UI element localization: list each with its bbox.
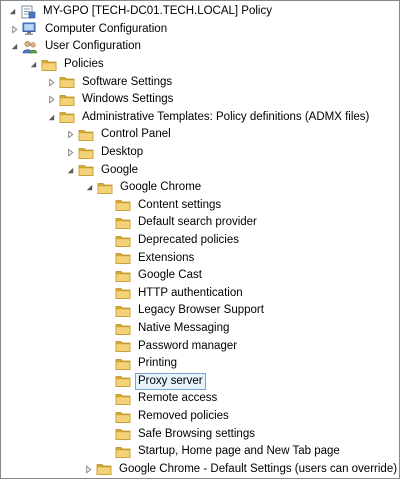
folder-icon xyxy=(96,462,112,476)
tree-node-printing[interactable]: Printing xyxy=(102,355,399,373)
tree-node-label: Software Settings xyxy=(82,75,173,88)
folder-icon xyxy=(115,198,131,212)
policy-document-icon xyxy=(20,5,36,19)
folder-icon xyxy=(115,322,131,336)
folder-icon xyxy=(97,181,113,195)
tree-node-label: Policies xyxy=(64,58,104,71)
tree-node-deprecated-policies[interactable]: Deprecated policies xyxy=(102,232,399,250)
tree-node-label-selected: Proxy server xyxy=(135,372,206,390)
tree-node-policies[interactable]: Policies xyxy=(28,56,399,74)
tree-node-label: Google Cast xyxy=(138,269,202,282)
tree-node-label: Extensions xyxy=(138,251,195,264)
tree-node-password-manager[interactable]: Password manager xyxy=(102,337,399,355)
folder-icon xyxy=(41,58,57,72)
tree-node-computer-configuration[interactable]: Computer Configuration xyxy=(9,21,399,39)
collapsed-arrow-icon[interactable] xyxy=(84,463,93,475)
folder-icon xyxy=(59,110,75,124)
tree-node-content-settings[interactable]: Content settings xyxy=(102,197,399,215)
folder-icon xyxy=(78,163,94,177)
expanded-arrow-icon[interactable] xyxy=(84,182,94,194)
tree-node-google-chrome-default-settings[interactable]: Google Chrome - Default Settings (users … xyxy=(84,461,399,479)
expanded-arrow-icon[interactable] xyxy=(7,6,17,18)
folder-icon xyxy=(59,75,75,89)
tree-node-label: Google Chrome - Default Settings (users … xyxy=(119,462,398,475)
tree-node-google-chrome[interactable]: Google Chrome xyxy=(84,179,399,197)
tree-node-label: Removed policies xyxy=(138,410,229,423)
collapsed-arrow-icon[interactable] xyxy=(65,147,75,159)
expanded-arrow-icon[interactable] xyxy=(28,59,38,71)
tree-node-label: User Configuration xyxy=(45,40,141,53)
tree-node-label: Google Chrome xyxy=(120,181,202,194)
tree-node-label: Printing xyxy=(138,357,177,370)
tree-node-http-authentication[interactable]: HTTP authentication xyxy=(102,285,399,303)
tree-node-safe-browsing-settings[interactable]: Safe Browsing settings xyxy=(102,425,399,443)
folder-icon xyxy=(115,427,131,441)
tree-node-extensions[interactable]: Extensions xyxy=(102,249,399,267)
tree-node-administrative-templates[interactable]: Administrative Templates: Policy definit… xyxy=(46,109,399,127)
folder-icon xyxy=(78,146,94,160)
folder-icon xyxy=(115,339,131,353)
folder-icon xyxy=(115,234,131,248)
folder-icon xyxy=(59,93,75,107)
folder-icon xyxy=(115,410,131,424)
tree-node-label: Administrative Templates: Policy definit… xyxy=(82,110,370,123)
expanded-arrow-icon[interactable] xyxy=(9,41,19,53)
folder-icon xyxy=(78,128,94,142)
tree-node-proxy-server[interactable]: Proxy server xyxy=(102,372,399,391)
tree-node-label: Content settings xyxy=(138,198,222,211)
tree-node-label: MY-GPO [TECH-DC01.TECH.LOCAL] Policy xyxy=(43,5,272,18)
tree-node-remote-access[interactable]: Remote access xyxy=(102,390,399,408)
tree-node-label: Computer Configuration xyxy=(45,22,168,35)
tree-node-label: Default search provider xyxy=(138,216,257,229)
tree-node-control-panel[interactable]: Control Panel xyxy=(65,126,399,144)
tree-node-default-search-provider[interactable]: Default search provider xyxy=(102,214,399,232)
tree-node-label: Remote access xyxy=(138,392,218,405)
expanded-arrow-icon[interactable] xyxy=(46,111,56,123)
gpo-tree-view[interactable]: MY-GPO [TECH-DC01.TECH.LOCAL] Policy Com… xyxy=(0,0,400,479)
tree-node-user-configuration[interactable]: User Configuration xyxy=(9,38,399,56)
tree-node-google[interactable]: Google xyxy=(65,161,399,179)
folder-icon xyxy=(115,216,131,230)
tree-node-native-messaging[interactable]: Native Messaging xyxy=(102,320,399,338)
tree-node-label: Password manager xyxy=(138,339,238,352)
tree-node-label: Deprecated policies xyxy=(138,234,240,247)
tree-node-label: HTTP authentication xyxy=(138,286,243,299)
collapsed-arrow-icon[interactable] xyxy=(46,76,56,88)
folder-icon xyxy=(115,269,131,283)
folder-icon xyxy=(115,357,131,371)
tree-node-label: Safe Browsing settings xyxy=(138,427,255,440)
folder-icon xyxy=(115,251,131,265)
tree-node-label: Legacy Browser Support xyxy=(138,304,264,317)
tree-node-label: Startup, Home page and New Tab page xyxy=(138,445,340,458)
folder-icon xyxy=(115,286,131,300)
tree-node-google-cast[interactable]: Google Cast xyxy=(102,267,399,285)
tree-node-legacy-browser-support[interactable]: Legacy Browser Support xyxy=(102,302,399,320)
folder-icon xyxy=(115,304,131,318)
tree-node-gpo-root[interactable]: MY-GPO [TECH-DC01.TECH.LOCAL] Policy xyxy=(7,3,399,21)
folder-icon xyxy=(115,445,131,459)
tree-node-label: Google xyxy=(101,163,139,176)
tree-node-label: Windows Settings xyxy=(82,93,174,106)
folder-icon xyxy=(115,374,131,388)
collapsed-arrow-icon[interactable] xyxy=(46,94,56,106)
expanded-arrow-icon[interactable] xyxy=(65,164,75,176)
tree-node-label: Control Panel xyxy=(101,128,171,141)
computer-icon xyxy=(22,22,38,36)
tree-node-software-settings[interactable]: Software Settings xyxy=(46,73,399,91)
tree-node-desktop[interactable]: Desktop xyxy=(65,144,399,162)
users-icon xyxy=(22,40,38,54)
collapsed-arrow-icon[interactable] xyxy=(9,23,19,35)
tree-node-windows-settings[interactable]: Windows Settings xyxy=(46,91,399,109)
folder-icon xyxy=(115,392,131,406)
collapsed-arrow-icon[interactable] xyxy=(65,129,75,141)
tree-node-removed-policies[interactable]: Removed policies xyxy=(102,408,399,426)
tree-node-startup-home-page[interactable]: Startup, Home page and New Tab page xyxy=(102,443,399,461)
tree-node-label: Native Messaging xyxy=(138,322,230,335)
tree-node-label: Desktop xyxy=(101,146,144,159)
